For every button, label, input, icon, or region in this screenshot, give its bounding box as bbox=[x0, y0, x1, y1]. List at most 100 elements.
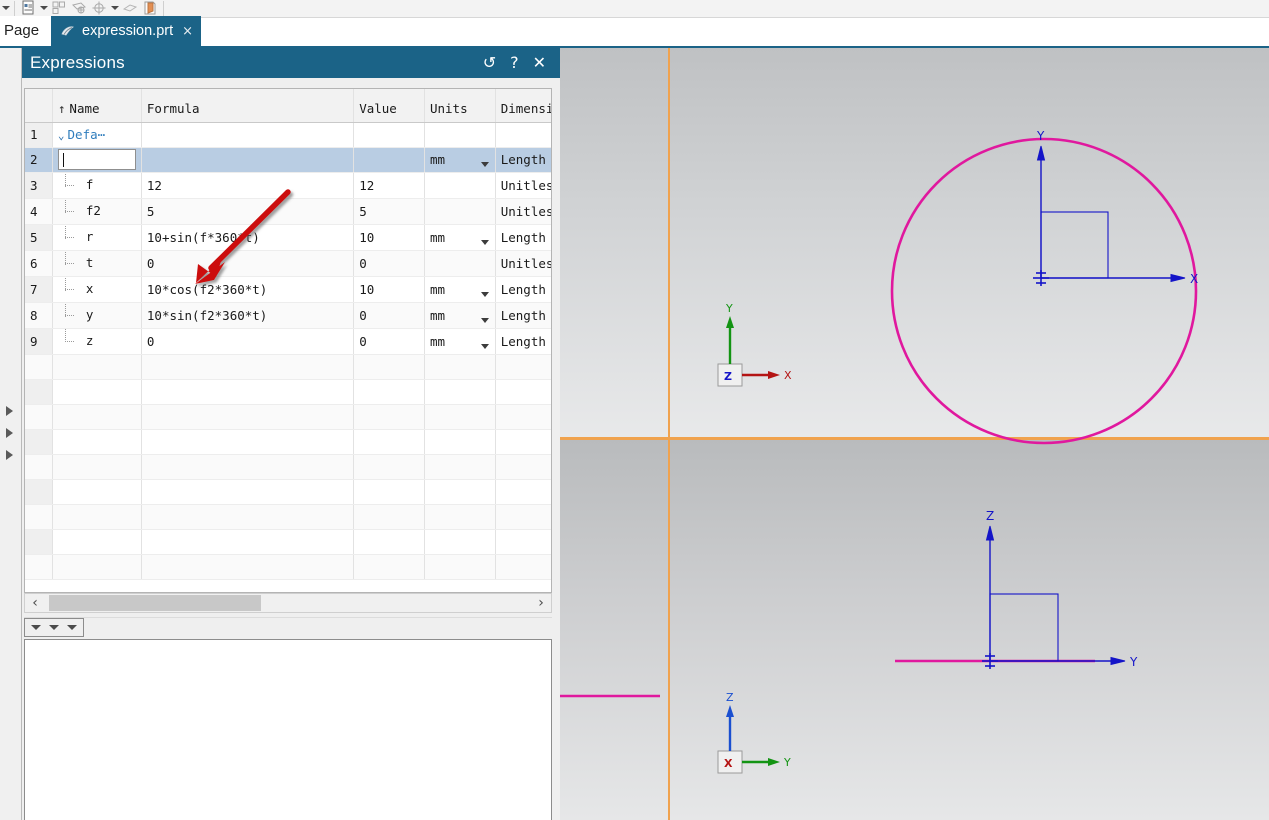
table-row[interactable]: 7x10*cos(f2*360*t)10mmLengthN bbox=[25, 276, 551, 303]
datum-csys-icon[interactable] bbox=[89, 0, 109, 17]
cell-formula[interactable] bbox=[141, 147, 355, 173]
scroll-left-icon[interactable]: ‹ bbox=[25, 595, 45, 611]
cell-units[interactable] bbox=[424, 429, 496, 455]
reset-icon[interactable]: ↺ bbox=[483, 55, 496, 71]
table-row[interactable]: 2mmLengthN bbox=[25, 147, 551, 173]
group-chevron-icon[interactable]: ⌄ bbox=[58, 129, 65, 142]
cell-name[interactable]: f2 bbox=[52, 198, 142, 225]
viewport-top-view[interactable] bbox=[560, 48, 1269, 437]
tab-expression-prt[interactable]: expression.prt × bbox=[51, 16, 202, 46]
tab-close-icon[interactable]: × bbox=[182, 25, 193, 38]
cell-dimensionality[interactable] bbox=[495, 404, 551, 430]
datum-dropdown-caret-icon[interactable] bbox=[109, 0, 120, 17]
units-dropdown-icon[interactable] bbox=[480, 162, 489, 167]
cell-name[interactable] bbox=[52, 404, 142, 430]
table-row-empty[interactable] bbox=[25, 379, 551, 405]
cell-dimensionality[interactable] bbox=[495, 379, 551, 405]
cell-formula[interactable] bbox=[141, 479, 355, 505]
pattern-feature-icon[interactable] bbox=[49, 0, 69, 17]
graphics-viewport[interactable]: Y X Z Y X Z Y X Z Y bbox=[560, 48, 1269, 820]
cell-units[interactable] bbox=[424, 479, 496, 505]
header-value[interactable]: Value bbox=[353, 89, 425, 123]
note-dropdown-caret-icon[interactable] bbox=[38, 0, 49, 17]
cell-dimensionality[interactable]: Length bbox=[495, 302, 551, 329]
filter-dropdown-icon[interactable] bbox=[27, 620, 45, 635]
options-dropdown-icon[interactable] bbox=[63, 620, 81, 635]
cell-units[interactable]: mm bbox=[424, 302, 496, 329]
table-row[interactable]: 5r10+sin(f*360*t)10mmLengthN bbox=[25, 224, 551, 251]
cell-dimensionality[interactable] bbox=[495, 354, 551, 380]
table-row-empty[interactable] bbox=[25, 504, 551, 530]
scroll-right-icon[interactable]: › bbox=[531, 595, 551, 611]
header-name[interactable]: ↑ Name bbox=[52, 89, 142, 123]
header-units[interactable]: Units bbox=[424, 89, 496, 123]
cell-formula[interactable]: 10*cos(f2*360*t) bbox=[141, 276, 355, 303]
header-dimensionality[interactable]: Dimensionali bbox=[495, 89, 551, 123]
cell-units[interactable] bbox=[424, 404, 496, 430]
units-dropdown-icon[interactable] bbox=[480, 291, 489, 297]
header-formula[interactable]: Formula bbox=[141, 89, 355, 123]
expand-handle-2-icon[interactable] bbox=[6, 428, 13, 438]
cell-units[interactable] bbox=[424, 122, 496, 148]
cell-name[interactable] bbox=[52, 529, 142, 555]
table-row-empty[interactable] bbox=[25, 529, 551, 555]
note-icon[interactable] bbox=[18, 0, 38, 17]
dropdown-caret-icon[interactable] bbox=[0, 0, 11, 17]
cell-dimensionality[interactable] bbox=[495, 429, 551, 455]
cell-units[interactable]: mm bbox=[424, 224, 496, 251]
cell-formula[interactable]: 12 bbox=[141, 172, 355, 199]
datum-plane-icon[interactable] bbox=[69, 0, 89, 17]
table-row-empty[interactable] bbox=[25, 429, 551, 455]
table-row[interactable]: 3f1212UnitlessN bbox=[25, 172, 551, 199]
cell-name[interactable] bbox=[52, 504, 142, 530]
cell-formula[interactable] bbox=[141, 454, 355, 480]
cell-dimensionality[interactable]: Length bbox=[495, 224, 551, 251]
cell-formula[interactable]: 0 bbox=[141, 328, 355, 355]
expand-handle-1-icon[interactable] bbox=[6, 406, 13, 416]
cell-dimensionality[interactable]: Length bbox=[495, 328, 551, 355]
cell-formula[interactable] bbox=[141, 429, 355, 455]
cell-units[interactable]: mm bbox=[424, 147, 496, 173]
cell-formula[interactable] bbox=[141, 529, 355, 555]
table-row-empty[interactable] bbox=[25, 554, 551, 580]
cell-formula[interactable]: 10+sin(f*360*t) bbox=[141, 224, 355, 251]
cell-name[interactable]: f bbox=[52, 172, 142, 199]
cell-formula[interactable] bbox=[141, 554, 355, 580]
table-horizontal-scrollbar[interactable]: ‹ › bbox=[24, 593, 552, 613]
cell-formula[interactable] bbox=[141, 504, 355, 530]
sheet-body-icon[interactable] bbox=[140, 0, 160, 17]
cell-units[interactable] bbox=[424, 354, 496, 380]
cell-dimensionality[interactable]: Unitless bbox=[495, 250, 551, 277]
units-dropdown-icon[interactable] bbox=[480, 239, 489, 245]
cell-dimensionality[interactable] bbox=[495, 529, 551, 555]
cell-formula[interactable] bbox=[141, 354, 355, 380]
cell-name[interactable] bbox=[52, 479, 142, 505]
expressions-table-container[interactable]: ↑Name Formula Value Units Dimensionali T… bbox=[24, 88, 552, 593]
cell-units[interactable] bbox=[424, 198, 496, 225]
viewport-front-view[interactable] bbox=[560, 440, 1269, 820]
cell-dimensionality[interactable] bbox=[495, 504, 551, 530]
table-row[interactable]: 9z00mmLengthN bbox=[25, 328, 551, 355]
cell-formula[interactable] bbox=[141, 122, 355, 148]
cell-name[interactable]: ⌄ Defa⋯ bbox=[52, 122, 142, 148]
cell-name[interactable] bbox=[52, 379, 142, 405]
cell-formula[interactable]: 0 bbox=[141, 250, 355, 277]
cell-dimensionality[interactable]: Length bbox=[495, 276, 551, 303]
cell-name[interactable] bbox=[52, 147, 142, 173]
cell-name[interactable] bbox=[52, 554, 142, 580]
cell-dimensionality[interactable] bbox=[495, 454, 551, 480]
cell-dimensionality[interactable]: Unitless bbox=[495, 198, 551, 225]
cell-dimensionality[interactable]: Length bbox=[495, 147, 551, 173]
table-row-empty[interactable] bbox=[25, 404, 551, 430]
cell-units[interactable] bbox=[424, 554, 496, 580]
cell-name[interactable]: y bbox=[52, 302, 142, 329]
units-dropdown-icon[interactable] bbox=[480, 343, 489, 349]
cell-units[interactable]: mm bbox=[424, 328, 496, 355]
table-row[interactable]: 6t00UnitlessN bbox=[25, 250, 551, 277]
cell-dimensionality[interactable]: Unitless bbox=[495, 172, 551, 199]
cell-dimensionality[interactable] bbox=[495, 122, 551, 148]
cell-units[interactable] bbox=[424, 250, 496, 277]
cell-formula[interactable] bbox=[141, 379, 355, 405]
cell-name[interactable]: z bbox=[52, 328, 142, 355]
expression-editor-textarea[interactable] bbox=[24, 639, 552, 820]
